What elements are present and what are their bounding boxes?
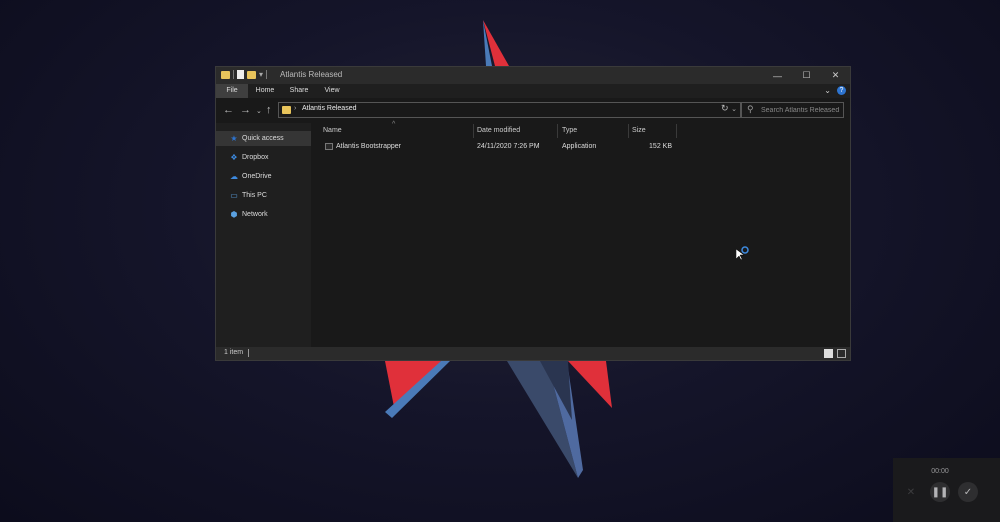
sidebar-item-quick-access[interactable]: ★ Quick access: [216, 131, 311, 146]
expand-ribbon-icon[interactable]: ⌄: [824, 86, 831, 95]
sidebar-item-this-pc[interactable]: ▭ This PC: [216, 188, 311, 203]
explorer-window: ▾ Atlantis Released — ☐ ✕ File Home Shar…: [215, 66, 851, 361]
properties-icon[interactable]: [237, 70, 244, 79]
navigation-pane: ★ Quick access ❖ Dropbox ☁ OneDrive ▭ Th…: [216, 123, 311, 348]
help-icon[interactable]: ?: [837, 86, 846, 95]
file-size: 152 KB: [649, 143, 672, 150]
sidebar-item-label: Dropbox: [242, 154, 269, 161]
recent-locations-icon[interactable]: ⌄: [256, 107, 262, 115]
computer-icon: ▭: [230, 191, 238, 200]
forward-button[interactable]: →: [240, 104, 251, 116]
window-controls: — ☐ ✕: [763, 67, 850, 84]
refresh-button[interactable]: ↻: [721, 103, 729, 114]
item-count: 1 item: [224, 349, 244, 356]
file-date-modified: 24/11/2020 7:26 PM: [477, 143, 540, 150]
address-dropdown-icon[interactable]: ⌄: [731, 105, 737, 113]
column-header-name[interactable]: Name: [323, 124, 468, 138]
address-bar[interactable]: › Atlantis Released ⌄: [278, 102, 742, 118]
tab-home[interactable]: Home: [250, 84, 280, 98]
customize-toolbar-icon[interactable]: ▾: [259, 70, 263, 79]
breadcrumb[interactable]: Atlantis Released: [302, 105, 356, 112]
navigation-bar: ← → ⌄ ↑ › Atlantis Released ⌄ ↻ ⚲: [216, 98, 850, 123]
close-button[interactable]: ✕: [821, 67, 850, 84]
column-divider[interactable]: [557, 124, 558, 138]
search-box[interactable]: ⚲: [740, 102, 844, 118]
network-icon: ⬢: [230, 210, 238, 219]
sidebar-item-network[interactable]: ⬢ Network: [216, 207, 311, 222]
title-bar: ▾ Atlantis Released — ☐ ✕: [216, 67, 850, 84]
column-header-date[interactable]: Date modified: [477, 124, 557, 138]
column-divider[interactable]: [628, 124, 629, 138]
application-icon: [325, 143, 333, 150]
star-icon: ★: [230, 134, 238, 143]
status-divider: [248, 349, 249, 357]
wallpaper-star-right-red: [568, 361, 612, 408]
status-bar: 1 item: [216, 347, 850, 360]
maximize-button[interactable]: ☐: [792, 67, 821, 84]
sidebar-item-label: Quick access: [242, 135, 284, 142]
back-button[interactable]: ←: [223, 104, 234, 116]
folder-icon: [221, 70, 230, 79]
large-icons-view-button[interactable]: [837, 349, 846, 358]
file-type: Application: [562, 143, 597, 150]
sidebar-item-label: This PC: [242, 192, 267, 199]
toolbar-divider: [233, 70, 234, 79]
file-name: Atlantis Bootstrapper: [336, 143, 401, 150]
minimize-button[interactable]: —: [763, 67, 792, 84]
tab-share[interactable]: Share: [284, 84, 314, 98]
up-button[interactable]: ↑: [266, 104, 272, 116]
search-input[interactable]: [761, 104, 841, 116]
cloud-icon: ☁: [230, 172, 238, 181]
sidebar-item-label: Network: [242, 211, 268, 218]
recording-controls: 00:00 ✕ ❚❚ ✓: [893, 458, 1000, 522]
breadcrumb-separator-icon: ›: [294, 105, 297, 112]
discard-icon[interactable]: ✕: [901, 482, 921, 502]
ribbon-tabs: File Home Share View ⌄ ?: [216, 84, 850, 98]
details-view-button[interactable]: [824, 349, 833, 358]
window-title: Atlantis Released: [280, 70, 343, 79]
table-row[interactable]: Atlantis Bootstrapper 24/11/2020 7:26 PM…: [311, 140, 711, 154]
column-header-type[interactable]: Type: [562, 124, 627, 138]
recording-timer: 00:00: [931, 468, 949, 475]
tab-view[interactable]: View: [317, 84, 347, 98]
file-list: ^ Name Date modified Type Size Atlantis …: [311, 121, 850, 348]
new-folder-icon[interactable]: [247, 70, 256, 79]
checkmark-icon[interactable]: ✓: [958, 482, 978, 502]
sidebar-item-onedrive[interactable]: ☁ OneDrive: [216, 169, 311, 184]
column-header-size[interactable]: Size: [632, 124, 672, 138]
tab-file[interactable]: File: [216, 84, 248, 98]
toolbar-divider: [266, 70, 268, 79]
dropbox-icon: ❖: [230, 153, 238, 162]
sidebar-item-dropbox[interactable]: ❖ Dropbox: [216, 150, 311, 165]
pause-icon[interactable]: ❚❚: [930, 482, 950, 502]
column-divider[interactable]: [676, 124, 677, 138]
search-icon: ⚲: [747, 104, 754, 114]
busy-cursor-icon: [736, 246, 749, 261]
quick-access-toolbar: ▾: [221, 70, 268, 79]
folder-icon: [282, 106, 291, 114]
column-divider[interactable]: [473, 124, 474, 138]
sidebar-item-label: OneDrive: [242, 173, 272, 180]
